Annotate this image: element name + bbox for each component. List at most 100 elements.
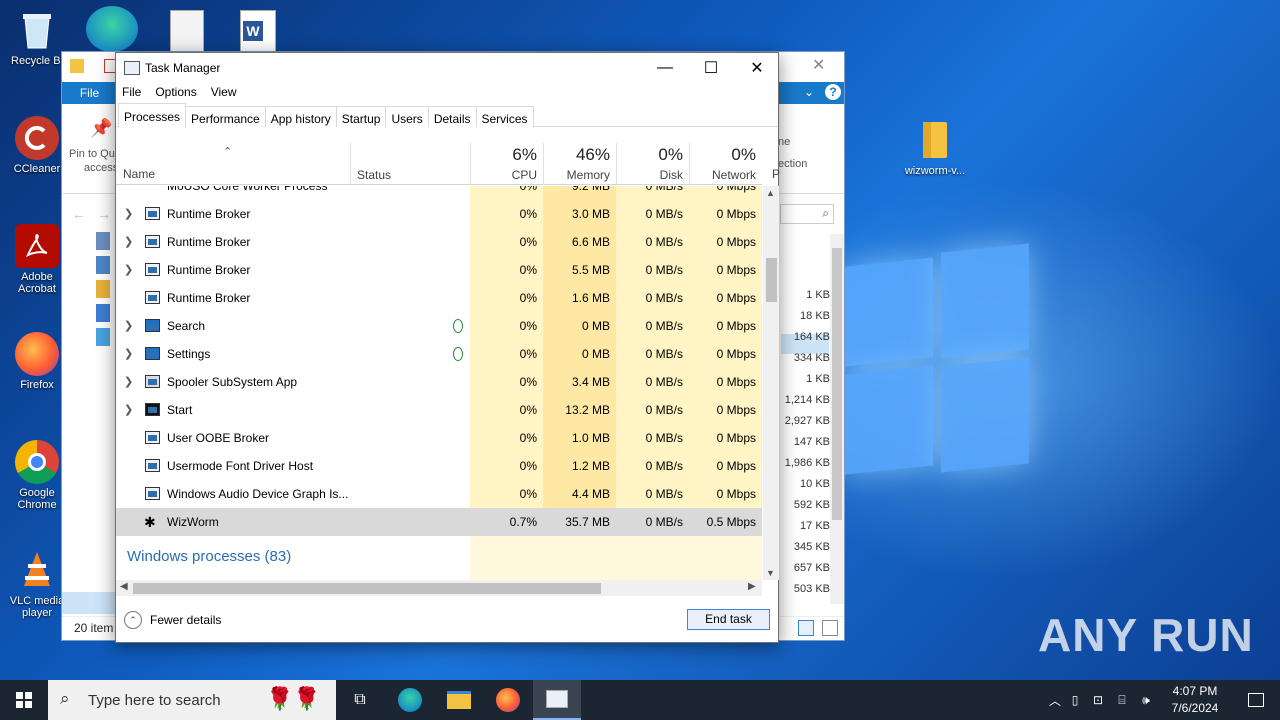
desktop-icon-wizworm-folder[interactable]: wizworm-v...: [900, 118, 970, 177]
column-network[interactable]: 0% Network: [689, 143, 762, 185]
tab-performance[interactable]: Performance: [185, 106, 266, 127]
menu-file[interactable]: File: [122, 83, 149, 103]
nav-selected-item[interactable]: [62, 592, 117, 614]
table-row[interactable]: ❯ Runtime Broker 0% 3.0 MB 0 MB/s 0 Mbps: [116, 200, 762, 228]
column-memory[interactable]: 46% Memory: [543, 143, 616, 185]
pin-icon[interactable]: 📌: [90, 118, 112, 139]
disk-value: 0 MB/s: [616, 452, 689, 480]
expand-chevron-icon[interactable]: ❯: [124, 228, 133, 256]
tab-startup[interactable]: Startup: [335, 106, 387, 127]
expand-chevron-icon[interactable]: ❯: [124, 200, 133, 228]
edge-desktop-icon[interactable]: [86, 6, 138, 52]
table-row[interactable]: ❯ Start 0% 13.2 MB 0 MB/s 0 Mbps: [116, 396, 762, 424]
taskbar-file-explorer[interactable]: [435, 680, 483, 720]
process-name: MoUSO Core Worker Process: [167, 186, 328, 193]
word-file-icon[interactable]: W: [240, 10, 276, 52]
disk-value: 0 MB/s: [616, 480, 689, 508]
group-row[interactable]: Windows processes (83): [116, 536, 762, 580]
details-view-icon[interactable]: [798, 620, 814, 636]
volume-icon[interactable]: 🕪: [1134, 693, 1158, 708]
explorer-vertical-scrollbar[interactable]: [830, 234, 844, 604]
table-row[interactable]: Windows Audio Device Graph Is... 0% 4.4 …: [116, 480, 762, 508]
process-name: Spooler SubSystem App: [167, 375, 298, 389]
ribbon-expand-icon[interactable]: ⌄: [804, 85, 814, 99]
close-button[interactable]: ✕: [734, 53, 780, 83]
cpu-value: 0%: [470, 186, 543, 200]
fewer-details-button[interactable]: ⌃ Fewer details: [124, 611, 221, 629]
table-row[interactable]: ❯ Runtime Broker 0% 5.5 MB 0 MB/s 0 Mbps: [116, 256, 762, 284]
tab-users[interactable]: Users: [385, 106, 429, 127]
taskbar-edge[interactable]: [386, 680, 434, 720]
horizontal-scrollbar[interactable]: ◀ ▶: [116, 580, 762, 596]
process-list[interactable]: MoUSO Core Worker Process 0% 9.2 MB 0 MB…: [116, 186, 762, 580]
minimize-button[interactable]: —: [642, 53, 688, 83]
column-cpu[interactable]: 6% CPU: [470, 143, 543, 185]
image-file-icon[interactable]: [170, 10, 204, 52]
scroll-left-icon[interactable]: ◀: [120, 581, 128, 592]
action-center-button[interactable]: [1232, 680, 1280, 720]
meet-now-icon[interactable]: ⊡: [1086, 693, 1110, 707]
table-row[interactable]: ❯ Runtime Broker 0% 6.6 MB 0 MB/s 0 Mbps: [116, 228, 762, 256]
memory-value: 13.2 MB: [543, 396, 616, 424]
disk-value: 0 MB/s: [616, 200, 689, 228]
memory-value: 1.2 MB: [543, 452, 616, 480]
task-view-button[interactable]: ⧉: [336, 680, 384, 720]
expand-chevron-icon[interactable]: ❯: [124, 368, 133, 396]
disk-value: 0 MB/s: [616, 508, 689, 536]
search-placeholder: Type here to search: [88, 691, 221, 709]
help-icon[interactable]: ?: [825, 84, 841, 100]
show-hidden-icons-chevron-icon[interactable]: ︿: [1046, 692, 1064, 709]
explorer-file-tab[interactable]: File: [62, 82, 117, 104]
table-row-selected[interactable]: ✱ WizWorm 0.7% 35.7 MB 0 MB/s 0.5 Mbps: [116, 508, 762, 536]
end-task-button[interactable]: End task: [687, 609, 770, 630]
group-cpu-cell: [470, 536, 543, 580]
explorer-search-box[interactable]: ⌕: [780, 204, 834, 224]
tab-app-history[interactable]: App history: [264, 106, 337, 127]
explorer-close-button[interactable]: ✕: [812, 55, 825, 75]
ribbon-fragment: ne: [778, 136, 791, 148]
tab-processes[interactable]: Processes: [118, 103, 187, 128]
table-row[interactable]: User OOBE Broker 0% 1.0 MB 0 MB/s 0 Mbps: [116, 424, 762, 452]
table-row[interactable]: Runtime Broker 0% 1.6 MB 0 MB/s 0 Mbps: [116, 284, 762, 312]
scroll-down-icon[interactable]: ▼: [766, 568, 775, 578]
clock[interactable]: 4:07 PM 7/6/2024: [1160, 683, 1230, 717]
tablet-icon[interactable]: ▯: [1064, 693, 1086, 707]
back-arrow-icon[interactable]: ←: [72, 206, 86, 222]
scrollbar-thumb[interactable]: [766, 258, 777, 302]
maximize-button[interactable]: ☐: [688, 53, 734, 83]
scroll-up-icon[interactable]: ▲: [766, 188, 775, 198]
table-row[interactable]: MoUSO Core Worker Process 0% 9.2 MB 0 MB…: [116, 186, 762, 200]
scrollbar-thumb[interactable]: [133, 583, 601, 594]
column-power-partial[interactable]: P: [772, 167, 780, 181]
large-icons-view-icon[interactable]: [822, 620, 838, 636]
scroll-right-icon[interactable]: ▶: [748, 581, 756, 592]
menu-view[interactable]: View: [205, 83, 245, 103]
task-manager-titlebar[interactable]: Task Manager — ☐ ✕: [116, 53, 778, 83]
taskbar-search[interactable]: ⌕ Type here to search 🌹🌹: [48, 680, 336, 720]
table-row[interactable]: ❯ Spooler SubSystem App 0% 3.4 MB 0 MB/s…: [116, 368, 762, 396]
forward-arrow-icon[interactable]: →: [97, 206, 111, 222]
expand-chevron-icon[interactable]: ❯: [124, 396, 133, 424]
table-row[interactable]: ❯ Search 0% 0 MB 0 MB/s 0 Mbps: [116, 312, 762, 340]
column-name[interactable]: Name: [123, 167, 155, 181]
disk-value: 0 MB/s: [616, 186, 689, 200]
column-disk[interactable]: 0% Disk: [616, 143, 689, 185]
vertical-scrollbar[interactable]: ▲ ▼: [763, 186, 779, 580]
runtime-broker-icon: [145, 207, 160, 220]
column-status-header[interactable]: Status: [350, 143, 470, 185]
network-value: 0 Mbps: [689, 424, 762, 452]
table-row[interactable]: ❯ Settings 0% 0 MB 0 MB/s 0 Mbps: [116, 340, 762, 368]
expand-chevron-icon[interactable]: ❯: [124, 312, 133, 340]
tab-services[interactable]: Services: [475, 106, 534, 127]
task-manager-window[interactable]: Task Manager — ☐ ✕ File Options View Pro…: [115, 52, 780, 643]
taskbar-firefox[interactable]: [484, 680, 532, 720]
expand-chevron-icon[interactable]: ❯: [124, 256, 133, 284]
table-row[interactable]: Usermode Font Driver Host 0% 1.2 MB 0 MB…: [116, 452, 762, 480]
taskbar-task-manager[interactable]: [533, 680, 581, 720]
expand-chevron-icon[interactable]: ❯: [124, 340, 133, 368]
menu-options[interactable]: Options: [149, 83, 204, 103]
tab-details[interactable]: Details: [427, 106, 477, 127]
start-button[interactable]: [0, 680, 48, 720]
memory-value: 3.4 MB: [543, 368, 616, 396]
network-icon[interactable]: ⌸: [1110, 693, 1134, 708]
